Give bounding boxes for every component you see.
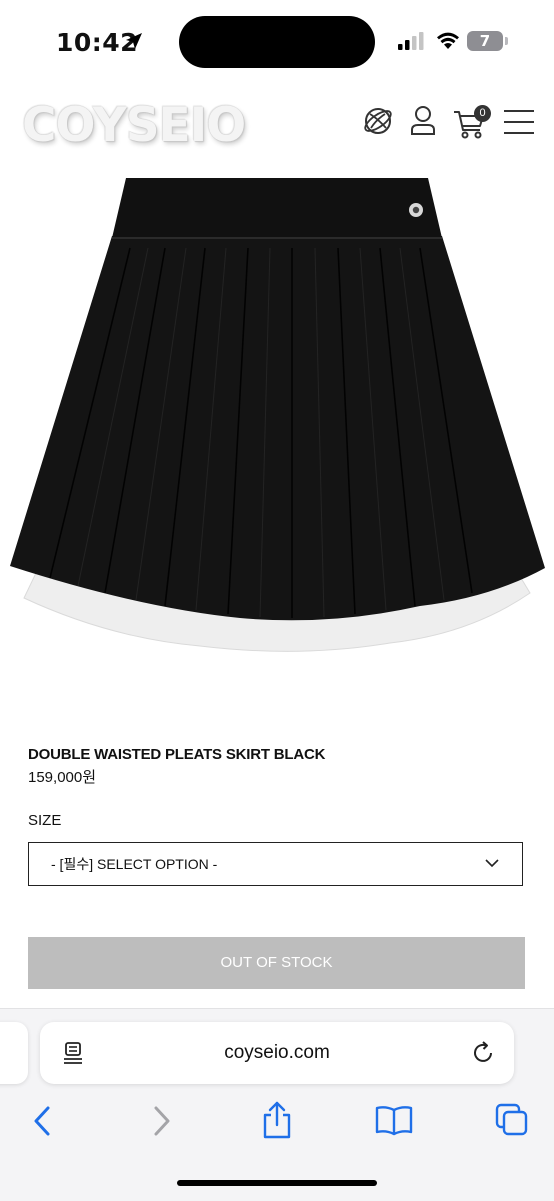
size-label: SIZE <box>28 812 62 829</box>
product-name: DOUBLE WAISTED PLEATS SKIRT BLACK <box>28 746 326 763</box>
product-image[interactable] <box>0 168 554 668</box>
globe-icon[interactable] <box>362 104 394 138</box>
url-text: coyseio.com <box>224 1042 330 1063</box>
status-bar: 10:42 7 <box>0 0 554 84</box>
size-select[interactable]: - [필수] SELECT OPTION - <box>28 842 523 886</box>
menu-icon[interactable] <box>503 108 535 136</box>
back-icon[interactable] <box>28 1104 56 1138</box>
out-of-stock-button[interactable]: OUT OF STOCK <box>28 937 525 989</box>
address-bar[interactable]: coyseio.com <box>40 1022 514 1084</box>
share-icon[interactable] <box>260 1100 294 1140</box>
user-icon[interactable] <box>409 104 437 138</box>
wifi-icon <box>437 32 459 49</box>
bookmarks-icon[interactable] <box>375 1104 413 1136</box>
chevron-down-icon <box>485 859 499 868</box>
product-price: 159,000원 <box>28 769 97 786</box>
reload-icon[interactable] <box>470 1040 496 1066</box>
site-logo[interactable]: COYSEIO <box>22 98 246 153</box>
tabs-icon[interactable] <box>494 1102 530 1138</box>
dynamic-island <box>179 16 375 68</box>
previous-tab-card[interactable] <box>0 1022 28 1084</box>
cart-count-badge: 0 <box>474 105 491 122</box>
location-arrow-icon <box>126 33 142 49</box>
cellular-signal-icon <box>398 32 424 50</box>
size-select-value: - [필수] SELECT OPTION - <box>51 856 218 872</box>
home-indicator <box>177 1180 377 1186</box>
forward-icon[interactable] <box>148 1104 176 1138</box>
battery-tip <box>505 37 508 45</box>
battery-indicator: 7 <box>467 31 503 51</box>
